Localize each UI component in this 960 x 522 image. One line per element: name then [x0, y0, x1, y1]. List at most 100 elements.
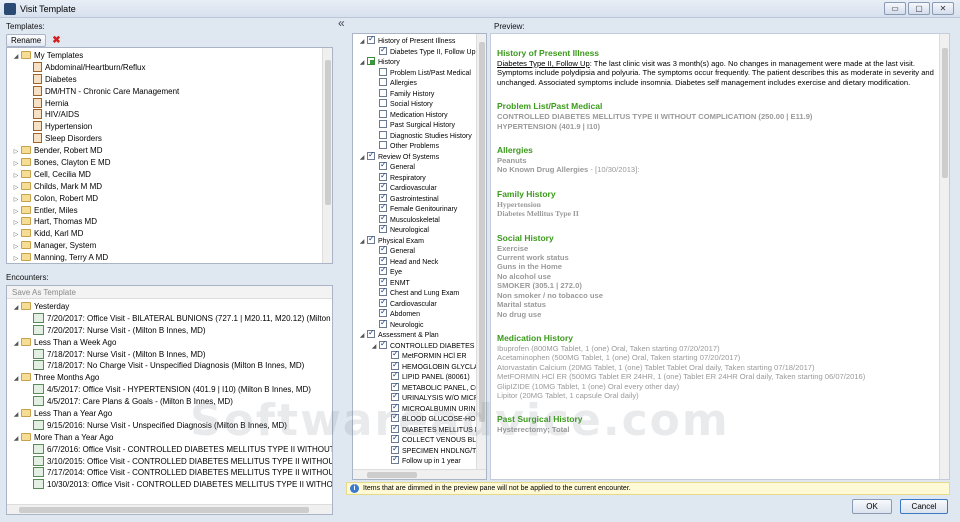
section-checkbox[interactable]	[391, 402, 399, 412]
template-tree-item[interactable]: DM/HTN - Chronic Care Management	[7, 85, 332, 98]
encounter-tree-item[interactable]: ◢ Yesterday	[7, 301, 332, 313]
minimize-button[interactable]: ▭	[884, 2, 906, 15]
section-checkbox[interactable]	[379, 276, 387, 286]
template-tree-item[interactable]: Hernia	[7, 97, 332, 110]
ok-button[interactable]: OK	[852, 499, 892, 514]
collapse-arrow-icon[interactable]: ◢	[357, 58, 367, 69]
templates-tree[interactable]: ◢ My Templates Abdominal/Heartburn/Reflux D…	[6, 47, 333, 264]
encounter-tree-item[interactable]: 6/7/2016: Office Visit - CONTROLLED DIAB…	[7, 443, 332, 456]
template-tree-item[interactable]: ▷ Bender, Robert MD	[7, 145, 332, 157]
template-tree-item[interactable]: Sleep Disorders	[7, 133, 332, 145]
encounter-tree-item[interactable]: 7/20/2017: Nurse Visit - (Milton B Innes…	[7, 324, 332, 337]
section-checkbox[interactable]	[379, 202, 387, 213]
encounters-hscrollbar[interactable]	[7, 504, 332, 514]
section-tree-item[interactable]: Diabetes Type II, Follow Up	[353, 45, 486, 58]
section-tree-item[interactable]: ◢ CONTROLLED DIABETES MELL	[353, 339, 486, 353]
template-tree-item[interactable]: ▷ Childs, Mark M MD	[7, 181, 332, 193]
section-tree-item[interactable]: ◢ History	[353, 57, 486, 68]
section-checkbox[interactable]	[379, 244, 387, 255]
section-checkbox[interactable]	[379, 286, 387, 297]
section-tree-item[interactable]: Past Surgical History	[353, 120, 486, 131]
close-button[interactable]: ✕	[932, 2, 954, 15]
encounter-tree-item[interactable]: ◢ Less Than a Week Ago	[7, 337, 332, 349]
section-tree-item[interactable]: Diagnostic Studies History	[353, 130, 486, 142]
collapse-arrow-icon[interactable]: ◢	[369, 342, 379, 353]
section-tree-item[interactable]: Respiratory	[353, 171, 486, 184]
section-tree-item[interactable]: Allergies	[353, 78, 486, 89]
section-checkbox[interactable]	[391, 412, 399, 423]
preview-scrollbar[interactable]	[939, 34, 949, 479]
section-checkbox[interactable]	[379, 109, 387, 118]
section-tree-item[interactable]: ◢ History of Present Illness	[353, 34, 486, 48]
section-tree-item[interactable]: Problem List/Past Medical	[353, 67, 486, 79]
encounter-tree-item[interactable]: 7/18/2017: Nurse Visit - (Milton B Innes…	[7, 348, 332, 361]
encounters-tree[interactable]: Save As Template ◢ Yesterday 7/20/2017: Of…	[6, 285, 333, 515]
section-checkbox[interactable]	[391, 370, 399, 381]
section-checkbox[interactable]	[367, 234, 375, 244]
section-tree-item[interactable]: LIPID PANEL (80061)	[353, 370, 486, 383]
section-tree-item[interactable]: Eye	[353, 265, 486, 278]
section-tree-item[interactable]: Social History	[353, 99, 486, 110]
section-tree-item[interactable]: HEMOGLOBIN GLYCLATED	[353, 360, 486, 373]
section-checkbox[interactable]	[367, 34, 375, 45]
section-checkbox[interactable]	[379, 88, 387, 97]
expand-arrow-icon[interactable]: ▷	[11, 254, 21, 263]
section-tree-item[interactable]: ◢ Review Of Systems	[353, 150, 486, 163]
encounter-tree-item[interactable]: 4/5/2017: Care Plans & Goals - (Milton B…	[7, 396, 332, 408]
section-checkbox[interactable]	[379, 192, 387, 202]
template-tree-item[interactable]: ▷ Cell, Cecilia MD	[7, 169, 332, 181]
collapse-arrow-icon[interactable]: ◢	[357, 331, 367, 342]
maximize-button[interactable]: ▢	[908, 2, 930, 15]
section-tree-item[interactable]: Medication History	[353, 109, 486, 121]
encounter-tree-item[interactable]: ◢ Less Than a Year Ago	[7, 408, 332, 420]
section-checkbox[interactable]	[379, 339, 387, 349]
rename-button[interactable]: Rename	[6, 34, 47, 47]
cancel-button[interactable]: Cancel	[900, 499, 948, 514]
section-tree-item[interactable]: Head and Neck	[353, 255, 486, 268]
section-checkbox[interactable]	[379, 318, 387, 328]
section-checkbox[interactable]	[391, 360, 399, 370]
template-tree-item[interactable]: Diabetes	[7, 73, 332, 86]
sections-tree[interactable]: ◢ History of Present Illness Diabetes Type…	[352, 33, 487, 480]
section-tree-item[interactable]: Cardiovascular	[353, 297, 486, 310]
section-tree-item[interactable]: COLLECT VENOUS BLOOD	[353, 433, 486, 446]
section-checkbox[interactable]	[391, 381, 399, 391]
template-tree-item[interactable]: Abdominal/Heartburn/Reflux	[7, 61, 332, 74]
section-tree-item[interactable]: METABOLIC PANEL, COMPI	[353, 381, 486, 394]
hpi-link[interactable]: Diabetes Type II, Follow Up	[497, 59, 590, 68]
section-checkbox[interactable]	[367, 328, 375, 339]
section-checkbox[interactable]	[379, 99, 387, 107]
collapse-arrow-icon[interactable]: ◢	[357, 37, 367, 48]
sections-hscrollbar[interactable]	[353, 469, 486, 479]
section-tree-item[interactable]: Female Genitourinary	[353, 202, 486, 215]
section-tree-item[interactable]: Family History	[353, 88, 486, 100]
section-tree-item[interactable]: DIABETES MELLITUS MANA	[353, 423, 486, 436]
section-tree-item[interactable]: Abdomen	[353, 307, 486, 320]
template-tree-item[interactable]: ▷ Bones, Clayton E MD	[7, 157, 332, 169]
encounter-tree-item[interactable]: 7/20/2017: Office Visit - BILATERAL BUNI…	[7, 312, 332, 325]
section-tree-item[interactable]: ◢Physical Exam	[353, 234, 486, 248]
encounter-tree-item[interactable]: 4/5/2017: Office Visit - HYPERTENSION (4…	[7, 384, 332, 396]
section-checkbox[interactable]	[391, 454, 399, 465]
encounter-tree-item[interactable]: 9/15/2016: Nurse Visit - Unspecified Dia…	[7, 419, 332, 432]
template-tree-item[interactable]: ▷ Manning, Terry A MD	[7, 252, 332, 263]
section-tree-item[interactable]: Chest and Lung Exam	[353, 286, 486, 299]
section-tree-item[interactable]: SPECIMEN HNDLNG/TRNSF	[353, 444, 486, 457]
collapse-arrow-icon[interactable]: ◢	[357, 237, 367, 248]
section-checkbox[interactable]	[379, 255, 387, 265]
section-tree-item[interactable]: General	[353, 244, 486, 257]
section-tree-item[interactable]: Musculoskeletal	[353, 213, 486, 226]
collapse-panel-icon[interactable]: «	[338, 16, 345, 30]
section-checkbox[interactable]	[379, 223, 387, 234]
section-tree-item[interactable]: URINALYSIS W/O MICROSC	[353, 391, 486, 404]
section-checkbox[interactable]	[379, 171, 387, 181]
section-checkbox[interactable]	[379, 78, 387, 86]
section-checkbox[interactable]	[379, 45, 387, 55]
section-checkbox[interactable]	[391, 391, 399, 402]
section-tree-item[interactable]: BLOOD GLUCOSE-HOME M	[353, 412, 486, 425]
encounter-tree-item[interactable]: ◢ More Than a Year Ago	[7, 432, 332, 444]
section-tree-item[interactable]: Follow up in 1 year	[353, 454, 486, 467]
section-tree-item[interactable]: General	[353, 160, 486, 173]
delete-icon[interactable]: ✖	[52, 35, 60, 46]
section-tree-item[interactable]: MetFORMIN HCl ER	[353, 349, 486, 362]
